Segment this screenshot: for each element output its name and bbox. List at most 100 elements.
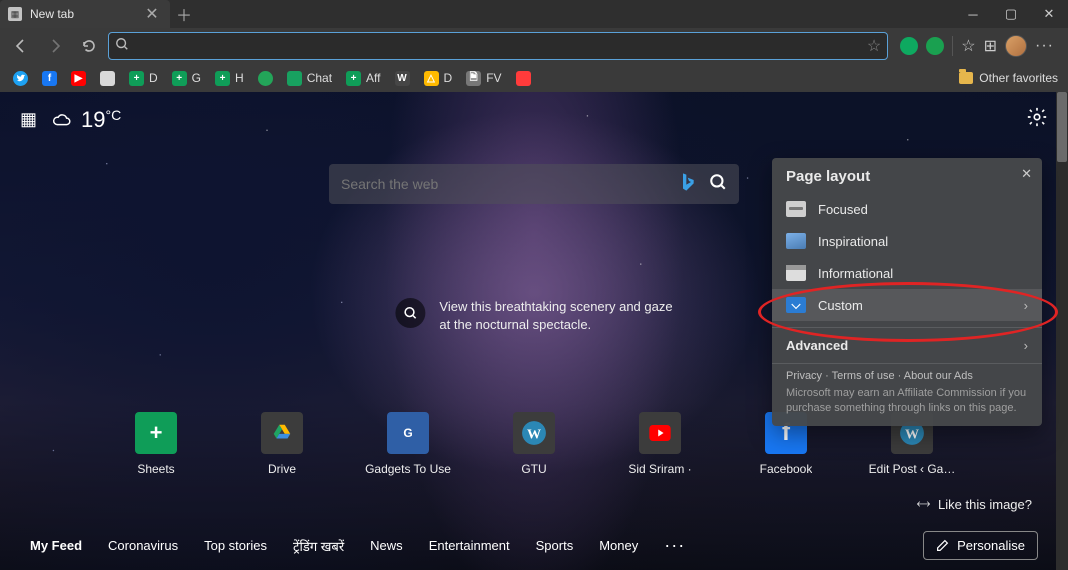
- quick-link[interactable]: W GTU: [490, 412, 578, 476]
- bookmark-item[interactable]: +G: [169, 69, 204, 88]
- collections-icon[interactable]: ⊞: [984, 36, 997, 56]
- quick-link-tile: [261, 412, 303, 454]
- new-tab-button[interactable]: ＋: [170, 0, 198, 28]
- bookmark-label: Chat: [307, 71, 332, 85]
- popover-close-icon[interactable]: ✕: [1017, 162, 1036, 186]
- sheets-icon: +: [129, 71, 144, 86]
- ntp-search-input[interactable]: [341, 176, 679, 192]
- feed-nav-item[interactable]: Money: [599, 538, 638, 553]
- settings-gear-icon[interactable]: [1026, 106, 1048, 133]
- caption-search-icon[interactable]: [395, 298, 425, 328]
- maximize-icon[interactable]: ▢: [992, 0, 1030, 28]
- bookmark-item[interactable]: f: [39, 69, 60, 88]
- privacy-link[interactable]: Privacy: [786, 370, 822, 382]
- favorite-star-icon[interactable]: ☆: [867, 36, 881, 56]
- apps-grid-icon[interactable]: ▦: [20, 109, 37, 130]
- doc-icon: 🗎: [466, 71, 481, 86]
- circle-icon: [258, 71, 273, 86]
- terms-link[interactable]: Terms of use: [832, 370, 895, 382]
- weather-widget[interactable]: 19°C: [51, 107, 121, 133]
- chevron-right-icon: ›: [1024, 338, 1028, 353]
- new-tab-page: ▦ 19°C View this breathtaking scenery an…: [0, 92, 1068, 570]
- bookmark-item[interactable]: +D: [126, 69, 161, 88]
- quick-link-label: Edit Post ‹ Ga…: [869, 462, 956, 476]
- tab-title: New tab: [30, 7, 144, 21]
- close-tab-icon[interactable]: ✕: [144, 6, 160, 22]
- bookmark-item[interactable]: ▶: [68, 69, 89, 88]
- folder-icon: [959, 72, 973, 84]
- svg-text:W: W: [527, 426, 541, 442]
- toolbar: ☆ ☆ ⊞ ···: [0, 28, 1068, 64]
- quick-link[interactable]: Sid Sriram ·: [616, 412, 704, 476]
- layout-thumb-icon: [786, 233, 806, 249]
- bookmark-item[interactable]: +Aff: [343, 69, 383, 88]
- page-layout-option-custom[interactable]: Custom ›: [772, 289, 1042, 321]
- about-ads-link[interactable]: About our Ads: [904, 370, 973, 382]
- page-layout-option-label: Inspirational: [818, 234, 888, 249]
- search-submit-icon[interactable]: [709, 173, 727, 196]
- page-layout-option-label: Custom: [818, 298, 863, 313]
- page-layout-option-focused[interactable]: Focused: [772, 193, 1042, 225]
- page-layout-popover: ✕ Page layout FocusedInspirationalInform…: [772, 158, 1042, 426]
- feed-nav-item[interactable]: Sports: [536, 538, 574, 553]
- page-layout-option-info[interactable]: Informational: [772, 257, 1042, 289]
- browser-tab[interactable]: ▦ New tab ✕: [0, 0, 170, 28]
- page-layout-option-insp[interactable]: Inspirational: [772, 225, 1042, 257]
- feed-nav-item[interactable]: Top stories: [204, 538, 267, 553]
- bookmark-item[interactable]: [10, 69, 31, 88]
- bookmark-item[interactable]: [513, 69, 534, 88]
- extension-green-icon[interactable]: [926, 37, 944, 55]
- feed-nav-item[interactable]: Coronavirus: [108, 538, 178, 553]
- menu-more-icon[interactable]: ···: [1035, 37, 1054, 55]
- feed-more-icon[interactable]: ···: [664, 535, 685, 556]
- extension-grammarly-icon[interactable]: [900, 37, 918, 55]
- favorites-star-icon[interactable]: ☆: [961, 36, 975, 56]
- quick-link[interactable]: Drive: [238, 412, 326, 476]
- chat-icon: [287, 71, 302, 86]
- close-window-icon[interactable]: ✕: [1030, 0, 1068, 28]
- twitter-icon: [13, 71, 28, 86]
- address-bar[interactable]: ☆: [108, 32, 888, 60]
- minimize-icon[interactable]: ─: [954, 0, 992, 28]
- like-image-link[interactable]: ⤢ Like this image?: [918, 496, 1032, 512]
- ntp-search-bar[interactable]: [329, 164, 739, 204]
- bookmark-item[interactable]: 🗎FV: [463, 69, 504, 88]
- svg-text:W: W: [905, 426, 919, 442]
- expand-icon: ⤢: [914, 495, 933, 514]
- advanced-row[interactable]: Advanced ›: [772, 327, 1042, 363]
- personalise-label: Personalise: [957, 538, 1025, 553]
- window-controls: ─ ▢ ✕: [954, 0, 1068, 28]
- forward-icon[interactable]: [40, 31, 70, 61]
- chevron-right-icon: ›: [1024, 298, 1028, 313]
- feed-nav-item[interactable]: My Feed: [30, 538, 82, 553]
- bookmark-item[interactable]: Chat: [284, 69, 335, 88]
- layout-thumb-icon: [786, 297, 806, 313]
- quick-link[interactable]: GGadgets To Use: [364, 412, 452, 476]
- bookmark-label: D: [149, 71, 158, 85]
- bookmark-label: G: [192, 71, 201, 85]
- rec-icon: [516, 71, 531, 86]
- ntp-top-bar: ▦ 19°C: [0, 106, 1068, 133]
- bookmark-item[interactable]: △D: [421, 69, 456, 88]
- bookmark-item[interactable]: [97, 69, 118, 88]
- quick-link-label: Sid Sriram ·: [628, 462, 691, 476]
- feed-nav-item[interactable]: ट्रेंडिंग खबरें: [293, 537, 344, 555]
- bookmark-item[interactable]: [255, 69, 276, 88]
- wordpress-icon: W: [395, 71, 410, 86]
- vertical-scrollbar[interactable]: [1056, 92, 1068, 570]
- bookmarks-bar: f▶+D+G+HChat+AffW△D🗎FV Other favorites: [0, 64, 1068, 92]
- refresh-icon[interactable]: [74, 31, 104, 61]
- back-icon[interactable]: [6, 31, 36, 61]
- like-image-label: Like this image?: [938, 497, 1032, 512]
- address-input[interactable]: [135, 39, 867, 54]
- quick-link[interactable]: +Sheets: [112, 412, 200, 476]
- feed-nav: My Feed Coronavirus Top stories ट्रेंडिंग ख…: [0, 531, 1068, 560]
- quick-link-label: GTU: [521, 462, 546, 476]
- feed-nav-item[interactable]: Entertainment: [429, 538, 510, 553]
- personalise-button[interactable]: Personalise: [923, 531, 1038, 560]
- bookmark-item[interactable]: +H: [212, 69, 247, 88]
- profile-avatar[interactable]: [1005, 35, 1027, 57]
- feed-nav-item[interactable]: News: [370, 538, 403, 553]
- other-favorites[interactable]: Other favorites: [959, 71, 1058, 85]
- bookmark-item[interactable]: W: [392, 69, 413, 88]
